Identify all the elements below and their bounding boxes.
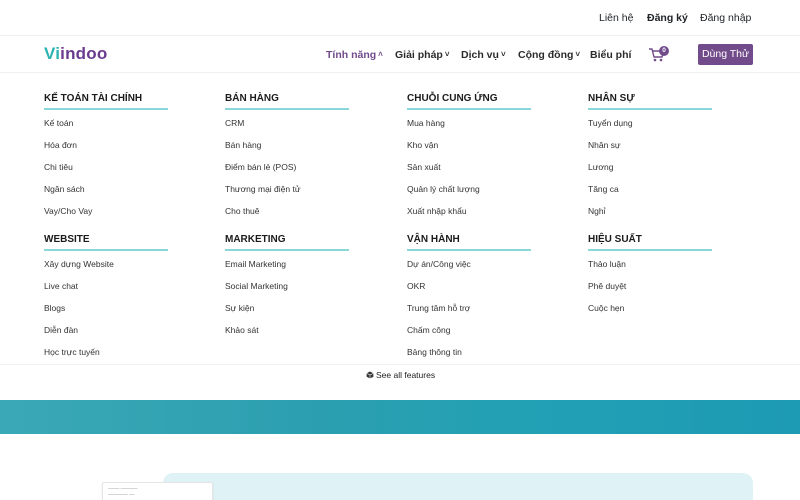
menu-item[interactable]: Kho vận: [407, 139, 531, 161]
menu-item[interactable]: Blogs: [44, 302, 168, 324]
menu-section-marketing: MARKETING Email Marketing Social Marketi…: [225, 233, 349, 346]
chevron-down-icon: ˅: [500, 50, 506, 59]
menu-item[interactable]: Cho thuê: [225, 205, 349, 227]
menu-item[interactable]: Thảo luận: [588, 258, 712, 280]
main-navbar: Viindoo Tính năng ˄ Giải pháp ˅ Dịch vụ ˅ C…: [0, 37, 800, 73]
menu-section-accounting: KẾ TOÁN TÀI CHÍNH Kế toán Hóa đơn Chi ti…: [44, 92, 168, 227]
menu-item[interactable]: Dự án/Công việc: [407, 258, 531, 280]
menu-item[interactable]: Sản xuất: [407, 161, 531, 183]
menu-section-performance: HIỆU SUẤT Thảo luận Phê duyệt Cuộc hẹn: [588, 233, 712, 324]
menu-item[interactable]: Mua hàng: [407, 117, 531, 139]
register-link[interactable]: Đăng ký: [647, 12, 688, 24]
section-title: WEBSITE: [44, 234, 90, 245]
free-trial-button[interactable]: Dùng Thử: [698, 44, 753, 65]
menu-item[interactable]: Chấm công: [407, 324, 531, 346]
section-title: CHUỖI CUNG ỨNG: [407, 93, 498, 104]
chevron-down-icon: ˅: [444, 50, 450, 59]
menu-section-supply-chain: CHUỖI CUNG ỨNG Mua hàng Kho vận Sản xuất…: [407, 92, 531, 227]
menu-item[interactable]: Chi tiêu: [44, 161, 168, 183]
section-title: VẬN HÀNH: [407, 234, 460, 245]
nav-pricing[interactable]: Biểu phí: [590, 49, 631, 61]
see-all-features-link[interactable]: See all features: [366, 370, 435, 380]
menu-item[interactable]: Quản lý chất lượng: [407, 183, 531, 205]
section-title: BÁN HÀNG: [225, 93, 279, 104]
contact-link[interactable]: Liên hệ: [599, 12, 633, 24]
section-underline: [44, 249, 168, 251]
section-title: NHÂN SỰ: [588, 93, 635, 104]
viindoo-logo[interactable]: Viindoo: [44, 44, 107, 64]
content-card: [163, 473, 753, 500]
menu-item[interactable]: Nghỉ: [588, 205, 712, 227]
menu-item[interactable]: OKR: [407, 280, 531, 302]
menu-item[interactable]: Tuyển dụng: [588, 117, 712, 139]
section-title: KẾ TOÁN TÀI CHÍNH: [44, 93, 143, 104]
menu-item[interactable]: Email Marketing: [225, 258, 349, 280]
menu-section-hr: NHÂN SỰ Tuyển dụng Nhân sự Lương Tăng ca…: [588, 92, 712, 227]
menu-item[interactable]: Tăng ca: [588, 183, 712, 205]
menu-item[interactable]: Social Marketing: [225, 280, 349, 302]
menu-item[interactable]: Điểm bán lẻ (POS): [225, 161, 349, 183]
nav-services[interactable]: Dịch vụ ˅: [461, 49, 506, 61]
chevron-down-icon: ˅: [575, 50, 581, 59]
menu-item[interactable]: Vay/Cho Vay: [44, 205, 168, 227]
menu-section-website: WEBSITE Xây dựng Website Live chat Blogs…: [44, 233, 168, 368]
hero-banner-strip: [0, 400, 800, 434]
menu-divider: [0, 364, 800, 365]
menu-item[interactable]: Trung tâm hỗ trợ: [407, 302, 531, 324]
menu-section-sales: BÁN HÀNG CRM Bán hàng Điểm bán lẻ (POS) …: [225, 92, 349, 227]
menu-item[interactable]: Phê duyệt: [588, 280, 712, 302]
menu-item[interactable]: Thương mại điện tử: [225, 183, 349, 205]
screenshot-thumbnail: ──── ────── ─────── ──: [102, 482, 213, 500]
menu-item[interactable]: Bán hàng: [225, 139, 349, 161]
cart-count-badge: 0: [659, 46, 669, 56]
menu-item[interactable]: Live chat: [44, 280, 168, 302]
nav-community[interactable]: Cộng đồng ˅: [518, 49, 580, 61]
menu-item[interactable]: CRM: [225, 117, 349, 139]
cube-icon: [366, 371, 374, 379]
top-bar: Liên hệ Đăng ký Đăng nhập: [0, 0, 800, 36]
features-mega-menu: KẾ TOÁN TÀI CHÍNH Kế toán Hóa đơn Chi ti…: [0, 74, 800, 364]
menu-item[interactable]: Xây dựng Website: [44, 258, 168, 280]
section-underline: [44, 108, 168, 110]
section-title: MARKETING: [225, 234, 286, 245]
menu-item[interactable]: Khảo sát: [225, 324, 349, 346]
chevron-up-icon: ˄: [378, 50, 383, 59]
login-link[interactable]: Đăng nhập: [700, 12, 751, 24]
nav-solutions[interactable]: Giải pháp ˅: [395, 49, 450, 61]
menu-item[interactable]: Cuộc hẹn: [588, 302, 712, 324]
section-underline: [407, 249, 531, 251]
menu-item[interactable]: Xuất nhập khẩu: [407, 205, 531, 227]
section-underline: [225, 249, 349, 251]
menu-item[interactable]: Lương: [588, 161, 712, 183]
menu-item[interactable]: Hóa đơn: [44, 139, 168, 161]
menu-item[interactable]: Diễn đàn: [44, 324, 168, 346]
section-underline: [588, 108, 712, 110]
nav-features[interactable]: Tính năng ˄: [326, 49, 383, 61]
menu-section-operations: VẬN HÀNH Dự án/Công việc OKR Trung tâm h…: [407, 233, 531, 368]
section-title: HIỆU SUẤT: [588, 234, 642, 245]
section-underline: [225, 108, 349, 110]
section-underline: [407, 108, 531, 110]
menu-item[interactable]: Ngân sách: [44, 183, 168, 205]
menu-item[interactable]: Nhân sự: [588, 139, 712, 161]
menu-item[interactable]: Sự kiện: [225, 302, 349, 324]
section-underline: [588, 249, 712, 251]
menu-item[interactable]: Kế toán: [44, 117, 168, 139]
